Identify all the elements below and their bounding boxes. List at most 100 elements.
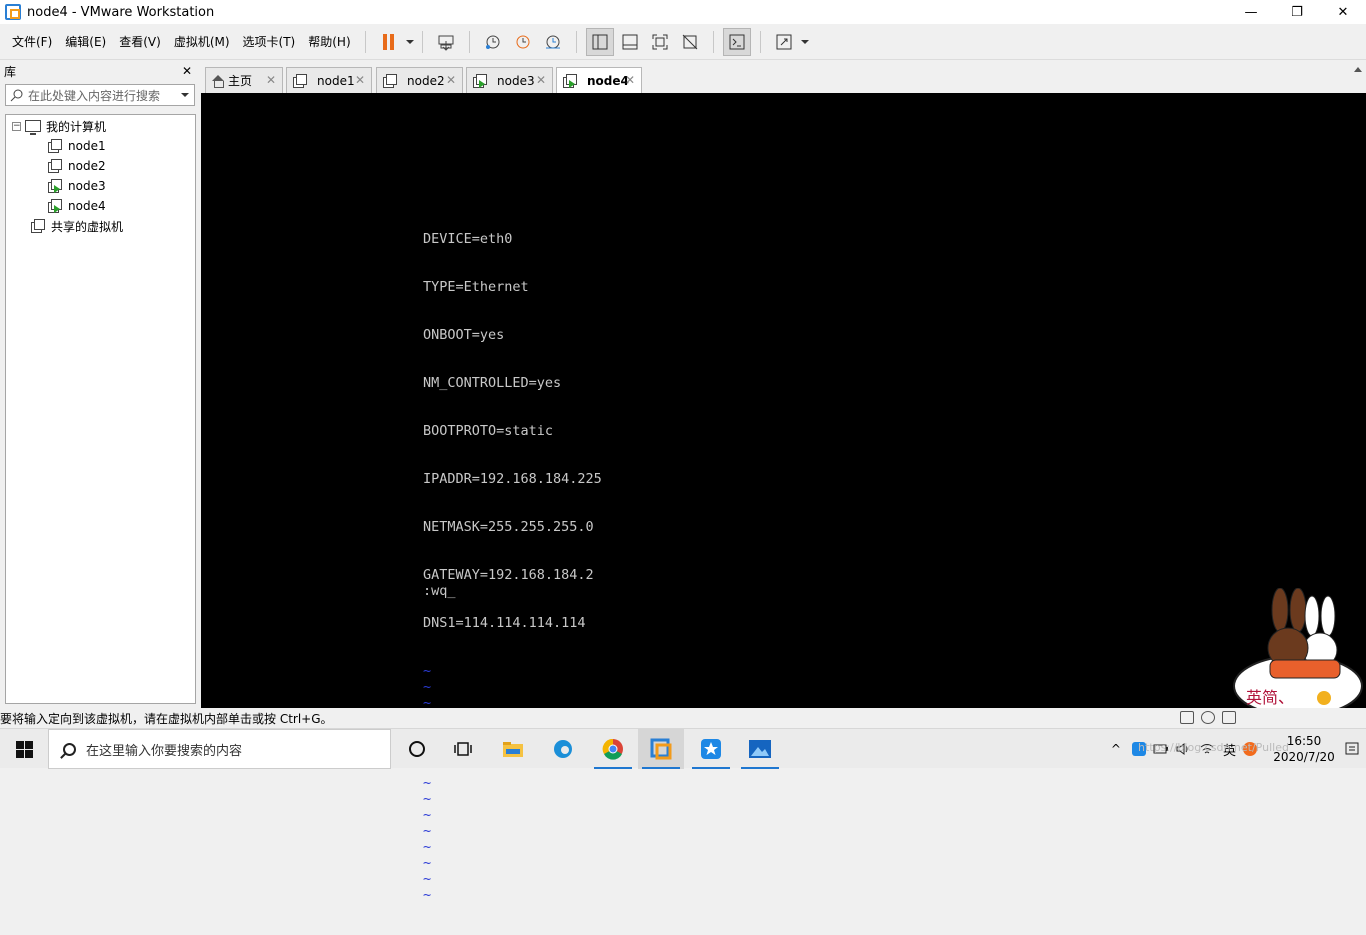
vm-running-icon bbox=[48, 179, 62, 193]
unity-icon bbox=[682, 34, 697, 49]
system-tray: ^ 英 https://blog.csdn.net/Pulled_ 16:50 … bbox=[1111, 729, 1366, 769]
search-dropdown-icon[interactable] bbox=[181, 93, 189, 97]
taskbar-chrome[interactable] bbox=[590, 729, 636, 769]
thumbnail-view-icon bbox=[622, 34, 638, 49]
console-view-button[interactable] bbox=[722, 27, 751, 56]
tree-item-label: 共享的虚拟机 bbox=[51, 219, 124, 234]
thumbnail-bar-button[interactable] bbox=[616, 28, 644, 56]
menu-toolbar: 文件(F) 编辑(E) 查看(V) 虚拟机(M) 选项卡(T) 帮助(H) bbox=[0, 24, 1366, 60]
vim-tilde-line: ~ bbox=[423, 663, 432, 679]
window-controls: — ❐ ✕ bbox=[1228, 0, 1366, 24]
taskbar-edge[interactable] bbox=[540, 729, 586, 769]
toolbar-separator bbox=[712, 30, 714, 53]
library-search-input[interactable]: 在此处键入内容进行搜索 bbox=[5, 84, 195, 106]
show-library-button[interactable] bbox=[585, 27, 614, 56]
menu-edit[interactable]: 编辑(E) bbox=[59, 33, 112, 50]
tree-item-shared-vms[interactable]: 共享的虚拟机 bbox=[31, 216, 123, 236]
vim-tilde-line: ~ bbox=[423, 887, 432, 903]
snapshot-button[interactable] bbox=[479, 28, 507, 56]
collapse-icon[interactable]: − bbox=[12, 121, 21, 131]
library-search-placeholder: 在此处键入内容进行搜索 bbox=[28, 88, 161, 103]
vm-icon bbox=[293, 73, 307, 88]
cortana-button[interactable] bbox=[394, 729, 440, 769]
taskbar-vmware[interactable] bbox=[638, 729, 684, 769]
tab-close-icon[interactable]: ✕ bbox=[355, 73, 365, 87]
tree-item-node1[interactable]: node1 bbox=[48, 136, 106, 156]
taskbar-file-explorer[interactable] bbox=[490, 729, 536, 769]
revert-snapshot-button[interactable] bbox=[509, 28, 537, 56]
task-view-icon bbox=[454, 742, 472, 756]
tab-node2[interactable]: node2 ✕ bbox=[376, 67, 463, 93]
send-ctrl-alt-del-button[interactable] bbox=[432, 28, 460, 56]
tab-close-icon[interactable]: ✕ bbox=[446, 73, 456, 87]
menu-tabs[interactable]: 选项卡(T) bbox=[237, 33, 302, 50]
file-explorer-icon bbox=[503, 742, 523, 757]
taskbar-feishu[interactable] bbox=[688, 729, 734, 769]
tree-item-my-computer[interactable]: − 我的计算机 bbox=[12, 116, 106, 136]
start-button[interactable] bbox=[0, 729, 48, 769]
snapshot-manager-button[interactable] bbox=[539, 28, 567, 56]
vm-icon bbox=[48, 159, 62, 173]
tab-node1[interactable]: node1 ✕ bbox=[286, 67, 372, 93]
fullscreen-button[interactable] bbox=[646, 28, 674, 56]
task-view-button[interactable] bbox=[440, 729, 486, 769]
taskbar-search-box[interactable]: 在这里输入你要搜索的内容 bbox=[48, 729, 391, 769]
hard-disk-icon[interactable] bbox=[1180, 711, 1194, 724]
tab-label: 主页 bbox=[228, 74, 253, 88]
tab-node3[interactable]: node3 ✕ bbox=[466, 67, 553, 93]
vm-running-icon bbox=[563, 74, 577, 88]
terminal-line: NM_CONTROLLED=yes bbox=[423, 375, 562, 391]
fullscreen-icon bbox=[652, 34, 668, 49]
terminal-text: DEVICE=eth0 TYPE=Ethernet ONBOOT=yes NM_… bbox=[423, 199, 602, 935]
network-adapter-icon[interactable] bbox=[1222, 711, 1236, 724]
tree-item-node4[interactable]: node4 bbox=[48, 196, 106, 216]
tab-label: node1 bbox=[317, 73, 355, 88]
vm-running-icon bbox=[48, 199, 62, 213]
stretch-button[interactable] bbox=[770, 28, 798, 56]
terminal-line: TYPE=Ethernet bbox=[423, 279, 529, 295]
menu-help[interactable]: 帮助(H) bbox=[302, 33, 356, 50]
tab-label: node4 bbox=[587, 74, 629, 88]
close-button[interactable]: ✕ bbox=[1320, 0, 1366, 24]
pause-button[interactable] bbox=[375, 28, 403, 56]
vim-tilde-line: ~ bbox=[423, 871, 432, 887]
tab-home[interactable]: 主页 ✕ bbox=[205, 67, 283, 93]
tree-item-label: node2 bbox=[68, 159, 106, 173]
pause-icon bbox=[383, 33, 395, 50]
minimize-button[interactable]: — bbox=[1228, 0, 1274, 24]
tab-close-icon[interactable]: ✕ bbox=[266, 73, 276, 87]
console-icon bbox=[729, 34, 745, 49]
stretch-icon bbox=[776, 34, 792, 49]
taskbar-search-placeholder: 在这里输入你要搜索的内容 bbox=[86, 743, 243, 759]
edge-browser-icon bbox=[554, 740, 572, 758]
revert-snapshot-icon bbox=[516, 35, 530, 48]
tab-close-icon[interactable]: ✕ bbox=[536, 73, 546, 87]
menu-vm[interactable]: 虚拟机(M) bbox=[168, 33, 236, 50]
maximize-button[interactable]: ❐ bbox=[1274, 0, 1320, 24]
library-close-icon[interactable]: ✕ bbox=[182, 64, 192, 78]
decorative-sticker: 英简、 bbox=[1232, 587, 1364, 718]
notification-icon[interactable] bbox=[1344, 741, 1360, 757]
tab-scroll-up-icon[interactable] bbox=[1354, 67, 1362, 72]
photos-icon bbox=[749, 740, 771, 758]
tree-item-label: node4 bbox=[68, 199, 106, 213]
tree-item-node3[interactable]: node3 bbox=[48, 176, 106, 196]
vm-console[interactable]: DEVICE=eth0 TYPE=Ethernet ONBOOT=yes NM_… bbox=[201, 93, 1366, 903]
cd-rom-icon[interactable] bbox=[1201, 711, 1215, 724]
status-bar: 要将输入定向到该虚拟机，请在虚拟机内部单击或按 Ctrl+G。 bbox=[0, 708, 1366, 728]
library-panel: 库 ✕ 在此处键入内容进行搜索 − 我的计算机 node1 node2 node… bbox=[0, 61, 200, 708]
stretch-dropdown-icon[interactable] bbox=[800, 39, 809, 44]
tree-item-node2[interactable]: node2 bbox=[48, 156, 106, 176]
tab-close-icon[interactable]: ✕ bbox=[625, 73, 635, 87]
snapshot-icon bbox=[485, 35, 500, 49]
power-dropdown-icon[interactable] bbox=[405, 39, 414, 44]
taskbar-photos[interactable] bbox=[737, 729, 783, 769]
unity-button[interactable] bbox=[676, 28, 704, 56]
library-header: 库 ✕ bbox=[0, 61, 200, 81]
tray-expand-icon[interactable]: ^ bbox=[1111, 742, 1121, 756]
window-title: node4 - VMware Workstation bbox=[27, 4, 215, 20]
tab-node4[interactable]: node4 ✕ bbox=[556, 67, 642, 94]
menu-file[interactable]: 文件(F) bbox=[6, 33, 58, 50]
menu-view[interactable]: 查看(V) bbox=[113, 33, 167, 50]
vim-command-line: :wq_ bbox=[423, 583, 456, 599]
